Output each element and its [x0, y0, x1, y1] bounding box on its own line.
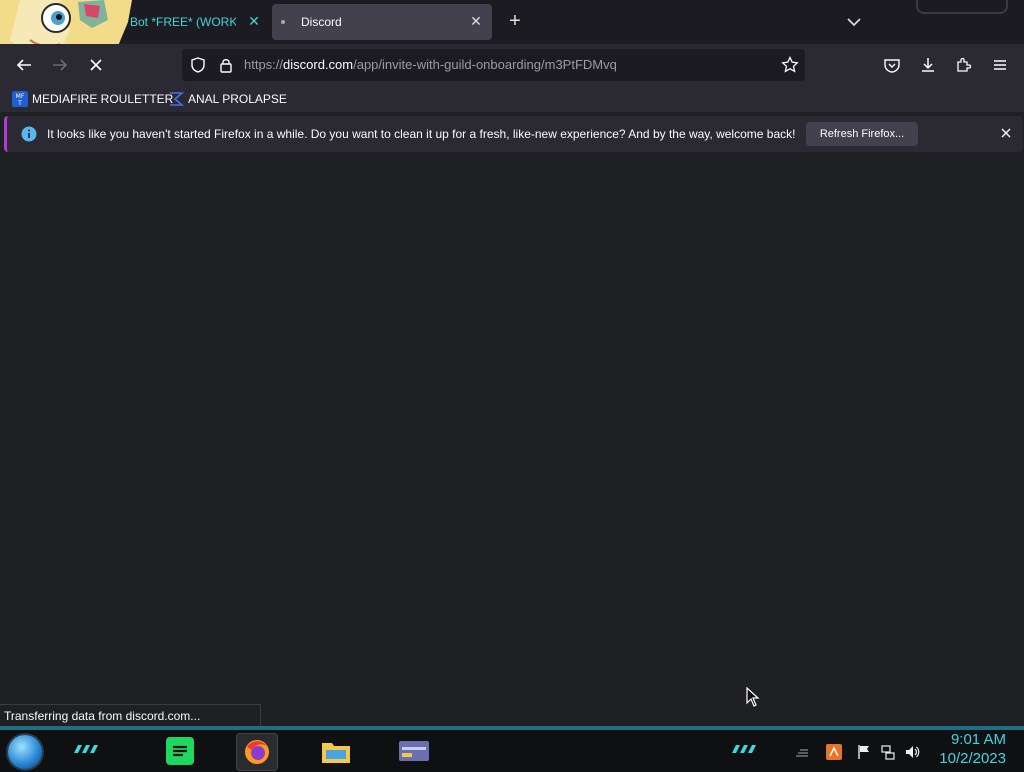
back-button[interactable]: [12, 53, 36, 77]
window-app-icon: [399, 741, 429, 761]
back-arrow-icon: [16, 59, 31, 71]
mediafire-icon: MFT: [12, 91, 28, 107]
forward-arrow-icon: [53, 59, 68, 71]
pocket-button[interactable]: [880, 53, 904, 77]
taskbar-spotify[interactable]: [160, 733, 200, 769]
stop-x-icon: [90, 59, 102, 71]
url-domain: discord.com: [283, 57, 354, 72]
taskbar: 9:01 AM 10/2/2023: [0, 726, 1024, 772]
menu-button[interactable]: [988, 53, 1012, 77]
file-explorer-icon: [322, 743, 350, 763]
network-icon[interactable]: [880, 744, 896, 760]
svg-text:T: T: [17, 100, 22, 107]
tab-loading-icon: [281, 20, 285, 24]
download-icon: [922, 58, 934, 72]
taskbar-window-app[interactable]: [394, 733, 434, 769]
close-tab-icon[interactable]: ✕: [468, 13, 484, 29]
bookmark-prolapse[interactable]: ANAL PROLAPSE: [168, 90, 287, 108]
refresh-notification-bar: It looks like you haven't started Firefo…: [4, 116, 1023, 152]
tab-title: Discord: [301, 15, 342, 29]
stop-button[interactable]: [84, 53, 108, 77]
app-tray-icon[interactable]: [826, 744, 842, 760]
bookmark-label: ANAL PROLAPSE: [188, 92, 287, 106]
clock-time: 9:01 AM: [950, 731, 1006, 748]
url-path: /app/invite-with-guild-onboarding/m3PtFD…: [353, 57, 617, 72]
refresh-firefox-button[interactable]: Refresh Firefox...: [806, 122, 918, 146]
tab-discord[interactable]: Discord ✕: [272, 4, 492, 40]
close-icon[interactable]: [999, 126, 1013, 140]
info-icon: [21, 126, 37, 142]
extensions-button[interactable]: [952, 53, 976, 77]
lock-icon[interactable]: [218, 57, 234, 73]
system-clock[interactable]: 9:01 AM 10/2/2023: [939, 730, 1006, 768]
clock-date: 10/2/2023: [939, 750, 1006, 767]
volume-icon[interactable]: [904, 744, 920, 760]
puzzle-icon: [957, 57, 972, 72]
taskbar-file-explorer[interactable]: [316, 733, 356, 769]
hamburger-menu-icon: [994, 60, 1006, 70]
downloads-button[interactable]: [916, 53, 940, 77]
mouse-cursor-icon: [746, 687, 760, 707]
taskbar-decoration-icon: [74, 745, 98, 753]
status-bar: Transferring data from discord.com...: [0, 704, 262, 728]
theme-decoration: [916, 0, 1008, 14]
navigation-bar: https://discord.com/app/invite-with-guil…: [0, 44, 1024, 86]
tab-bot[interactable]: w Bot *FREE* (WORK ✕: [110, 4, 270, 40]
bookmarks-toolbar: MF T MEDIAFIRE ROULETTER ANAL PROLAPSE: [0, 86, 1024, 112]
sigma-icon: [170, 92, 184, 106]
flag-icon[interactable]: [856, 744, 872, 760]
page-content[interactable]: [0, 156, 1024, 724]
star-icon[interactable]: [781, 56, 799, 74]
spotify-icon: [166, 737, 194, 765]
tab-title: w Bot *FREE* (WORK: [118, 15, 236, 29]
taskbar-firefox[interactable]: [236, 733, 278, 771]
new-tab-button[interactable]: +: [504, 10, 526, 32]
taskbar-decoration-icon: [732, 745, 756, 753]
firefox-icon: [245, 740, 269, 764]
shield-icon[interactable]: [190, 57, 206, 73]
forward-button[interactable]: [48, 53, 72, 77]
pocket-icon: [884, 59, 900, 73]
svg-text:MF: MF: [16, 93, 25, 100]
url-bar[interactable]: https://discord.com/app/invite-with-guil…: [182, 49, 805, 81]
url-scheme: https://: [244, 57, 284, 72]
bookmark-label: MEDIAFIRE ROULETTER: [32, 92, 174, 106]
chevron-down-icon[interactable]: [844, 12, 864, 32]
bookmark-mediafire[interactable]: MF T MEDIAFIRE ROULETTER: [12, 90, 173, 108]
tab-strip: w Bot *FREE* (WORK ✕ Discord ✕ +: [0, 0, 1024, 64]
show-hidden-icons-icon[interactable]: [794, 744, 810, 760]
start-button[interactable]: [8, 735, 42, 769]
notification-message: It looks like you haven't started Firefo…: [47, 127, 796, 141]
url-text[interactable]: https://discord.com/app/invite-with-guil…: [244, 57, 617, 72]
close-tab-icon[interactable]: ✕: [246, 13, 262, 29]
